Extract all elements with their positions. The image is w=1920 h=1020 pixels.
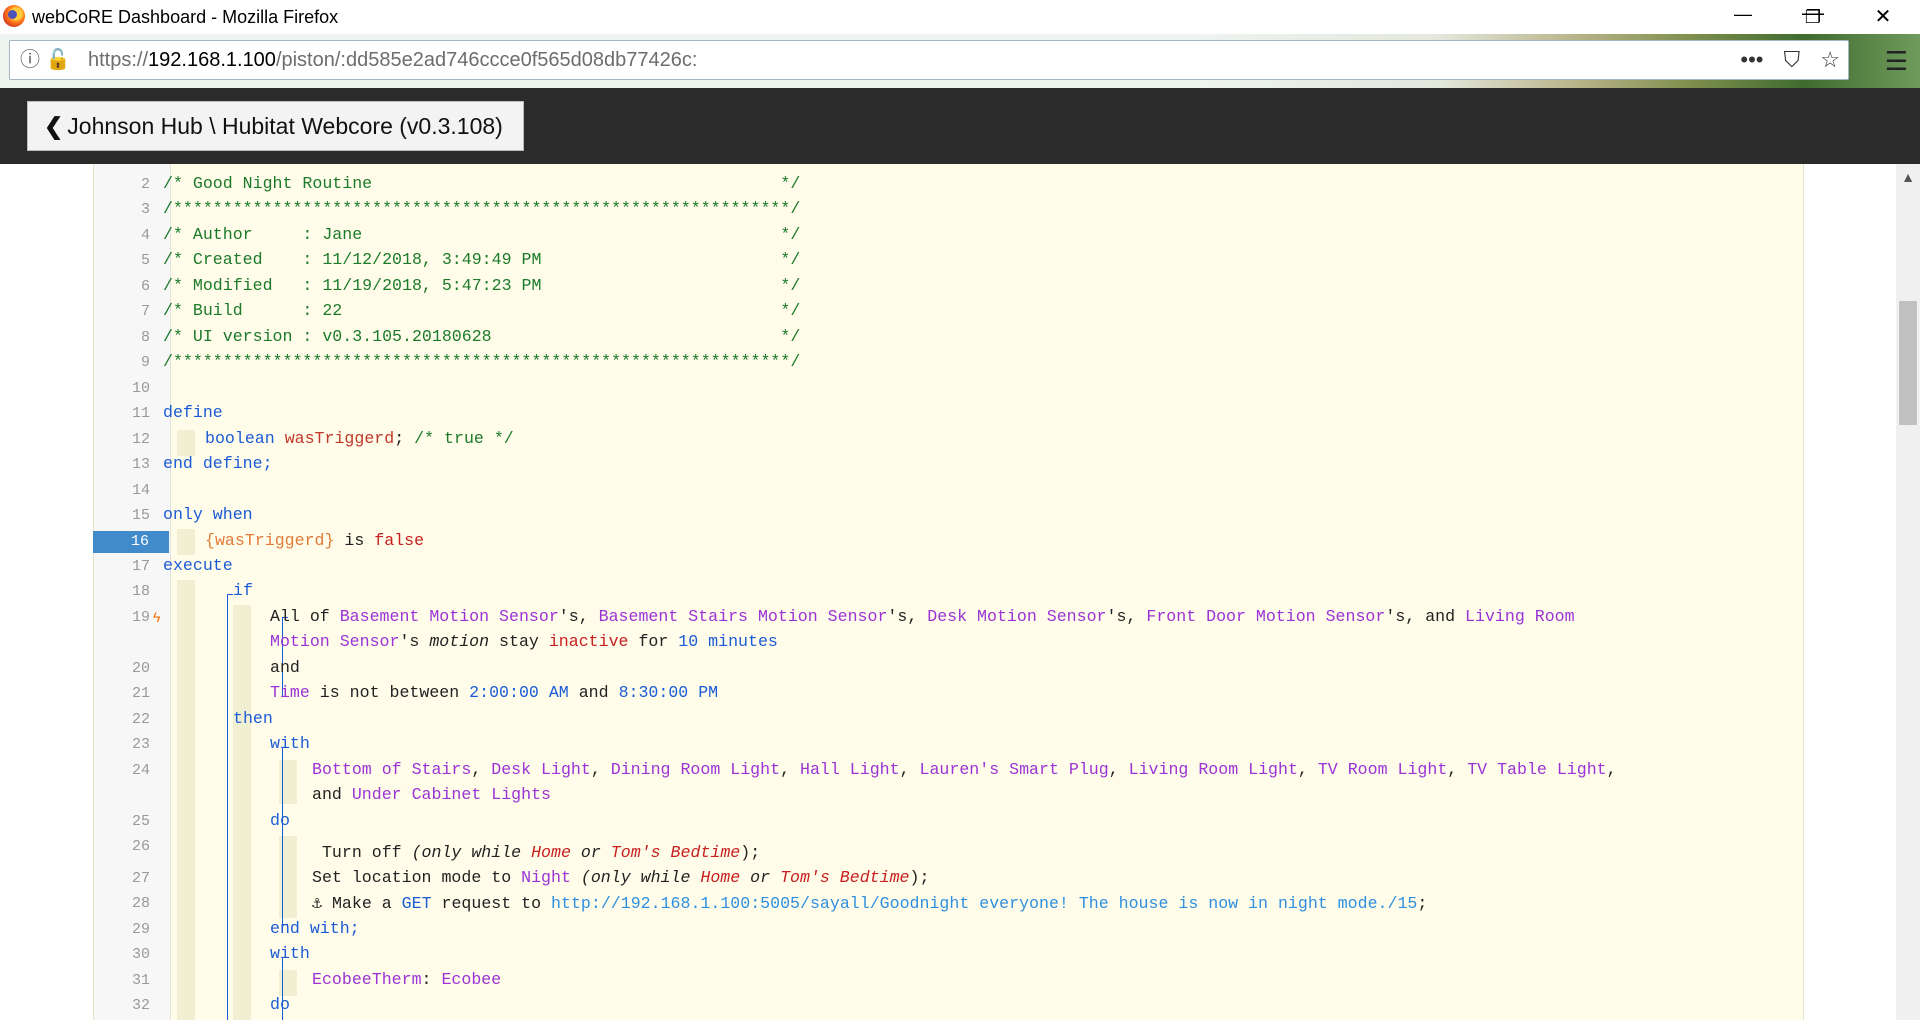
trigger-bolt-icon: ϟ: [153, 609, 161, 625]
line-number: 13: [131, 456, 150, 473]
scrollbar-thumb[interactable]: [1899, 301, 1917, 425]
line-number: 25: [131, 813, 150, 830]
scroll-up-arrow-icon[interactable]: ▲: [1896, 164, 1920, 190]
anchor-icon: ⚓: [312, 894, 322, 913]
address-bar[interactable]: ⓘ 🔓 https://192.168.1.100/piston/:dd585e…: [9, 40, 1849, 80]
line-number: 4: [140, 227, 150, 244]
piston-code: /***************************************…: [163, 164, 1803, 1020]
code-line-5[interactable]: /* Created : 11/12/2018, 3:49:49 PM */: [163, 250, 800, 269]
line-number: 14: [131, 482, 150, 499]
line-number: 15: [131, 507, 150, 524]
code-line-27[interactable]: Set location mode to Night (only while H…: [312, 868, 929, 887]
code-line-32[interactable]: do: [270, 995, 290, 1014]
line-number: 11: [131, 405, 150, 422]
code-line-25[interactable]: do: [270, 811, 290, 830]
code-line-3[interactable]: /***************************************…: [163, 199, 800, 218]
line-number: 12: [131, 431, 150, 448]
site-info-icon[interactable]: ⓘ 🔓: [20, 41, 70, 79]
code-line-17[interactable]: execute: [163, 556, 233, 575]
bookmark-star-icon[interactable]: ☆: [1820, 41, 1840, 79]
code-line-7[interactable]: /* Build : 22 */: [163, 301, 800, 320]
code-line-16[interactable]: {wasTriggerd} is false: [205, 531, 424, 550]
line-number: 27: [131, 870, 150, 887]
line-number: 30: [131, 946, 150, 963]
back-button[interactable]: ❮ Johnson Hub \ Hubitat Webcore (v0.3.108…: [27, 101, 524, 151]
line-number: 7: [140, 303, 150, 320]
line-number: 18: [131, 583, 150, 600]
indent-guide: [177, 430, 195, 456]
line-number: 19: [131, 609, 150, 626]
code-line-4[interactable]: /* Author : Jane */: [163, 225, 800, 244]
indent-guide: [233, 605, 251, 1020]
line-number: 5: [140, 252, 150, 269]
line-number: 6: [140, 278, 150, 295]
code-line-29[interactable]: end with;: [270, 919, 360, 938]
url-actions: ••• ⛉ ☆: [1726, 41, 1840, 79]
code-line-24-wrap[interactable]: and Under Cabinet Lights: [312, 785, 551, 804]
chevron-left-icon: ❮: [44, 113, 64, 139]
line-number: 17: [131, 558, 150, 575]
window-title: webCoRE Dashboard - Mozilla Firefox: [32, 7, 339, 27]
line-number: 3: [140, 201, 150, 218]
code-line-13[interactable]: end define;: [163, 454, 273, 473]
menu-icon[interactable]: ☰: [1885, 46, 1908, 77]
line-number: 1: [94, 164, 150, 169]
code-line-19[interactable]: All of Basement Motion Sensor's, Basemen…: [270, 607, 1575, 626]
line-number: 32: [131, 997, 150, 1014]
line-number-gutter: 1 2 3 4 5 6 7 8 9 10 11 12 13 14 15 16 1…: [93, 164, 171, 1020]
code-line-11[interactable]: define: [163, 403, 223, 422]
code-line-28[interactable]: ⚓ Make a GET request to http://192.168.1…: [312, 893, 1427, 913]
code-line-9[interactable]: /***************************************…: [163, 352, 800, 371]
if-block-bracket: [227, 594, 228, 1020]
pocket-icon[interactable]: ⛉: [1784, 41, 1801, 79]
line-number: 2: [140, 176, 150, 193]
code-line-31[interactable]: EcobeeTherm: Ecobee: [312, 970, 501, 989]
indent-guide: [177, 529, 195, 555]
line-number: 10: [131, 380, 150, 397]
with-block-bracket: [282, 747, 283, 924]
line-number: 21: [131, 685, 150, 702]
line-number: 9: [140, 354, 150, 371]
page-actions-icon[interactable]: •••: [1740, 41, 1763, 79]
line-number: 23: [131, 736, 150, 753]
code-line-24[interactable]: Bottom of Stairs, Desk Light, Dining Roo…: [312, 760, 1617, 779]
code-line-22[interactable]: then: [233, 709, 273, 728]
window-titlebar: webCoRE Dashboard - Mozilla Firefox —: [0, 0, 1920, 34]
piston-viewer: 1 2 3 4 5 6 7 8 9 10 11 12 13 14 15 16 1…: [0, 164, 1920, 1020]
code-line-23[interactable]: with: [270, 734, 310, 753]
line-number-active[interactable]: 16: [93, 531, 169, 553]
close-button[interactable]: ✕: [1848, 0, 1918, 34]
code-line: /***************************************…: [163, 164, 800, 169]
minimize-button-main[interactable]: —: [1708, 0, 1778, 31]
app-header: ❮ Johnson Hub \ Hubitat Webcore (v0.3.108…: [0, 88, 1920, 164]
insecure-lock-icon[interactable]: 🔓: [46, 49, 71, 71]
code-line-15[interactable]: only when: [163, 505, 253, 524]
indent-guide: [177, 580, 195, 1020]
restore-button[interactable]: ❐: [1778, 0, 1848, 34]
back-button-label: Johnson Hub \ Hubitat Webcore (v0.3.108): [67, 113, 503, 139]
line-number: 26: [131, 838, 150, 855]
code-line-12[interactable]: boolean wasTriggerd; /* true */: [205, 429, 514, 448]
line-number: 29: [131, 921, 150, 938]
code-line-2[interactable]: /* Good Night Routine */: [163, 174, 800, 193]
code-line-21[interactable]: Time is not between 2:00:00 AM and 8:30:…: [270, 683, 718, 702]
navigation-toolbar: ⓘ 🔓 https://192.168.1.100/piston/:dd585e…: [0, 34, 1920, 88]
code-line-18[interactable]: if: [233, 581, 253, 600]
code-line-6[interactable]: /* Modified : 11/19/2018, 5:47:23 PM */: [163, 276, 800, 295]
page-scrollbar[interactable]: ▲: [1896, 164, 1920, 1020]
line-number: 31: [131, 972, 150, 989]
url-text[interactable]: https://192.168.1.100/piston/:dd585e2ad7…: [88, 41, 697, 79]
line-number: 20: [131, 660, 150, 677]
code-line-30[interactable]: with: [270, 944, 310, 963]
code-line-8[interactable]: /* UI version : v0.3.105.20180628 */: [163, 327, 800, 346]
line-number: 8: [140, 329, 150, 346]
code-line-20[interactable]: and: [270, 658, 300, 677]
line-number: 24: [131, 762, 150, 779]
line-number: 28: [131, 895, 150, 912]
code-editor: 1 2 3 4 5 6 7 8 9 10 11 12 13 14 15 16 1…: [93, 164, 1804, 1020]
code-line-26[interactable]: Turn off (only while Home or Tom's Bedti…: [312, 843, 760, 862]
code-line-19-wrap[interactable]: Motion Sensor's motion stay inactive for…: [270, 632, 778, 651]
line-number: 22: [131, 711, 150, 728]
firefox-logo-icon: [3, 5, 25, 27]
